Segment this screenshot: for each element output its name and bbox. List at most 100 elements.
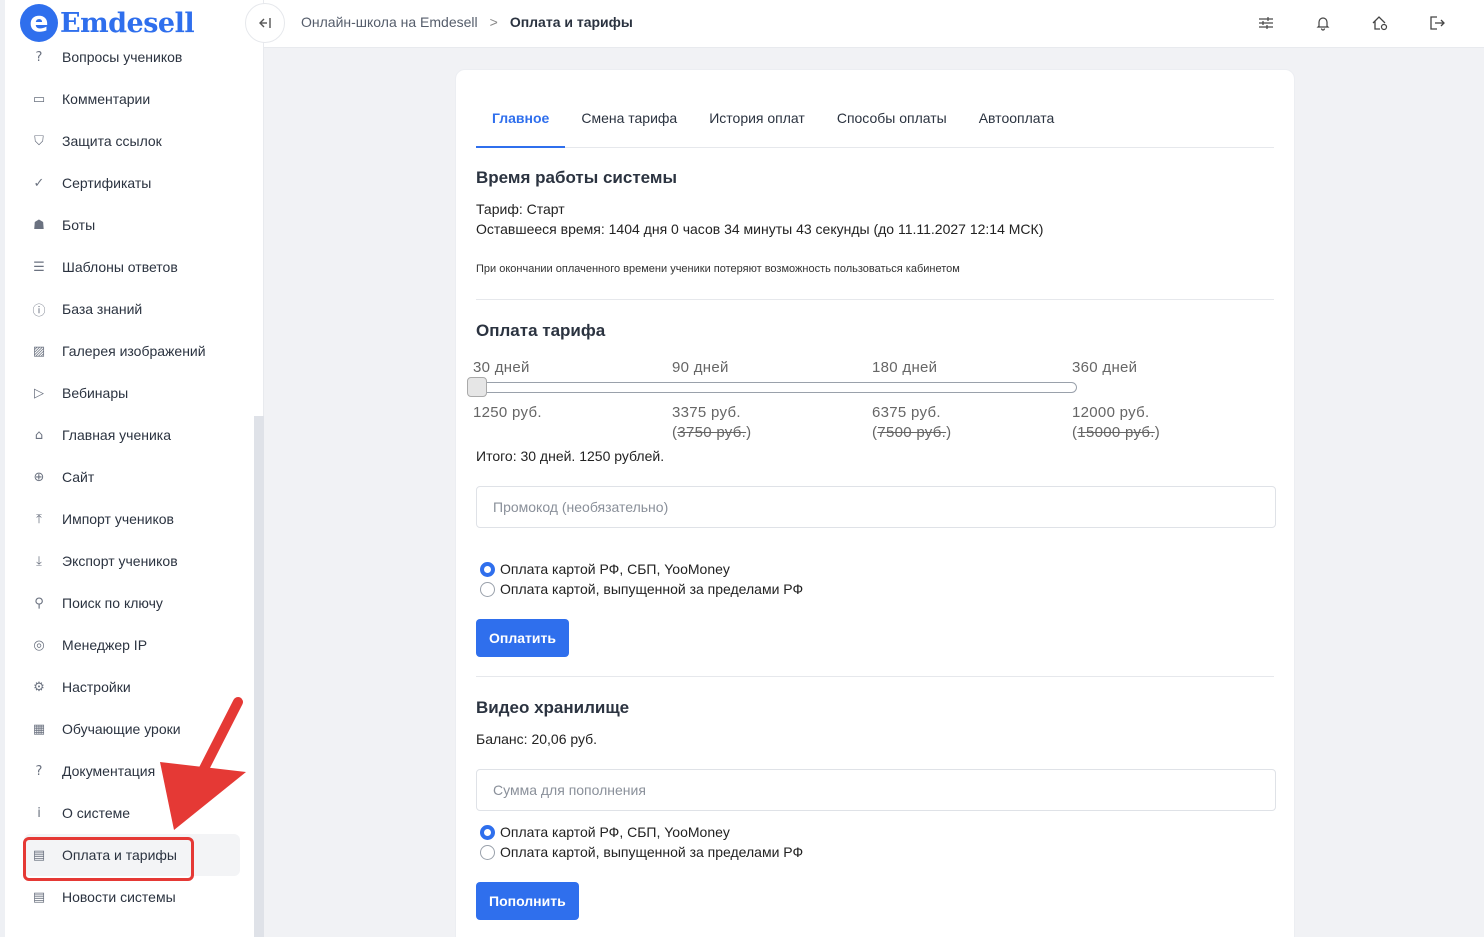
sidebar-item-12[interactable]: ⤒ Импорт учеников	[24, 498, 240, 540]
play-icon: ▷	[34, 385, 44, 401]
sidebar-item-label: Экспорт учеников	[62, 553, 178, 569]
breadcrumb: Онлайн-школа на Emdesell > Оплата и тари…	[301, 14, 633, 30]
period-label-30: 30 дней	[473, 359, 530, 376]
sidebar-item-10[interactable]: ⌂ Главная ученика	[24, 414, 240, 456]
search-icon: ⚲	[34, 595, 44, 611]
sidebar-item-label: Сайт	[62, 469, 95, 485]
tariff-total: Итого: 30 дней. 1250 рублей.	[476, 448, 665, 464]
sidebar-item-label: Боты	[62, 217, 96, 233]
topup-amount-input[interactable]	[476, 769, 1276, 811]
comment-icon: ▭	[32, 91, 46, 107]
radio-checked-icon[interactable]	[480, 824, 495, 840]
top-bar: Онлайн-школа на Emdesell > Оплата и тари…	[245, 0, 1484, 48]
promo-code-input[interactable]	[476, 486, 1276, 528]
radio-checked-icon[interactable]	[480, 561, 495, 577]
tab-main[interactable]: Главное	[476, 100, 566, 148]
home-gear-icon[interactable]	[1369, 12, 1391, 34]
sidebar-item-label: Документация	[62, 763, 156, 779]
gear-icon: ⚙	[33, 679, 45, 695]
period-slider-track[interactable]	[473, 382, 1077, 393]
sidebar-item-1[interactable]: ? Вопросы учеников	[24, 36, 240, 78]
header-actions	[1220, 12, 1448, 34]
sidebar-item-13[interactable]: ⤓ Экспорт учеников	[24, 540, 240, 582]
video-storage-title: Видео хранилище	[476, 698, 630, 717]
expiry-note: При окончании оплаченного времени ученик…	[476, 263, 960, 275]
radio-unchecked-icon[interactable]	[480, 581, 495, 597]
target-icon: ◎	[33, 637, 45, 653]
sidebar-item-label: Новости системы	[62, 889, 176, 905]
question-circle-icon: ?	[35, 49, 43, 65]
robot-icon: ☗	[33, 217, 45, 233]
red-arrow-icon	[160, 697, 246, 830]
tab-autopay[interactable]: Автооплата	[963, 100, 1071, 148]
sidebar-item-label: Галерея изображений	[62, 343, 206, 359]
divider	[476, 676, 1274, 677]
pay-button[interactable]: Оплатить	[476, 619, 569, 657]
sidebar-item-label: Импорт учеников	[62, 511, 174, 527]
period-label-90: 90 дней	[672, 359, 729, 376]
sidebar-item-14[interactable]: ⚲ Поиск по ключу	[24, 582, 240, 624]
sliders-icon[interactable]	[1255, 12, 1277, 34]
collapse-left-icon	[259, 18, 271, 28]
tariff-method-foreign[interactable]: Оплата картой, выпущенной за пределами Р…	[480, 581, 803, 597]
info-circle-icon: ⓘ	[32, 303, 46, 319]
system-time-title: Время работы системы	[476, 168, 677, 187]
sidebar-item-5[interactable]: ☗ Боты	[24, 204, 240, 246]
list-icon: ☰	[33, 259, 45, 275]
storage-method-rf-label: Оплата картой РФ, СБП, YooMoney	[500, 824, 730, 840]
tariff-method-rf[interactable]: Оплата картой РФ, СБП, YooMoney	[480, 561, 730, 577]
sidebar-item-label: Сертификаты	[62, 175, 152, 191]
sidebar-item-4[interactable]: ✓ Сертификаты	[24, 162, 240, 204]
home-icon: ⌂	[34, 427, 44, 443]
billing-tabs: Главное Смена тарифа История оплат Спосо…	[476, 100, 1274, 148]
sidebar-item-9[interactable]: ▷ Вебинары	[24, 372, 240, 414]
old-price-90: (3750 руб.)	[672, 424, 752, 441]
price-360: 12000 руб.	[1072, 404, 1150, 421]
period-label-360: 360 дней	[1072, 359, 1138, 376]
sidebar-item-label: Поиск по ключу	[62, 595, 163, 611]
breadcrumb-separator: >	[489, 14, 498, 30]
image-icon: ▨	[32, 343, 46, 359]
tariff-name: Тариф: Старт	[476, 201, 565, 217]
sidebar-item-label: Менеджер IP	[62, 637, 148, 653]
upload-icon: ⤒	[36, 511, 42, 527]
tariff-method-rf-label: Оплата картой РФ, СБП, YooMoney	[500, 561, 730, 577]
price-30: 1250 руб.	[473, 404, 542, 421]
period-label-180: 180 дней	[872, 359, 938, 376]
collapse-sidebar-button[interactable]	[245, 3, 285, 43]
film-icon: ▦	[32, 721, 46, 737]
tab-change-tariff[interactable]: Смена тарифа	[565, 100, 693, 148]
logout-icon[interactable]	[1426, 12, 1448, 34]
remaining-time: Оставшееся время: 1404 дня 0 часов 34 ми…	[476, 221, 1044, 237]
sidebar-item-21[interactable]: ▤ Новости системы	[24, 876, 240, 918]
radio-unchecked-icon[interactable]	[480, 844, 495, 860]
sidebar-item-label: Защита ссылок	[62, 133, 162, 149]
breadcrumb-root[interactable]: Онлайн-школа на Emdesell	[301, 14, 478, 30]
tariff-method-foreign-label: Оплата картой, выпущенной за пределами Р…	[500, 581, 804, 597]
check-circle-icon: ✓	[33, 175, 45, 191]
tab-payment-methods[interactable]: Способы оплаты	[821, 100, 963, 148]
tab-payment-history[interactable]: История оплат	[693, 100, 821, 148]
sidebar-item-label: Главная ученика	[62, 427, 172, 443]
sidebar-scrollbar[interactable]	[254, 416, 264, 937]
sidebar-item-7[interactable]: ⓘ База знаний	[24, 288, 240, 330]
sidebar-item-6[interactable]: ☰ Шаблоны ответов	[24, 246, 240, 288]
sidebar-item-15[interactable]: ◎ Менеджер IP	[24, 624, 240, 666]
sidebar-item-label: Комментарии	[62, 91, 151, 107]
price-180: 6375 руб.	[872, 404, 941, 421]
sidebar-item-label: Шаблоны ответов	[62, 259, 178, 275]
tariff-payment-title: Оплата тарифа	[476, 321, 606, 340]
sidebar-item-8[interactable]: ▨ Галерея изображений	[24, 330, 240, 372]
topup-button[interactable]: Пополнить	[476, 882, 579, 920]
sidebar-item-11[interactable]: ⊕ Сайт	[24, 456, 240, 498]
period-slider-thumb[interactable]	[467, 377, 487, 397]
billing-card: Главное Смена тарифа История оплат Спосо…	[455, 69, 1295, 937]
old-price-360: (15000 руб.)	[1072, 424, 1161, 441]
sidebar-item-2[interactable]: ▭ Комментарии	[24, 78, 240, 120]
sidebar-item-3[interactable]: ⛉ Защита ссылок	[24, 120, 240, 162]
newspaper-icon: ▤	[32, 889, 46, 905]
storage-method-rf[interactable]: Оплата картой РФ, СБП, YooMoney	[480, 824, 730, 840]
bell-icon[interactable]	[1312, 12, 1334, 34]
storage-method-foreign[interactable]: Оплата картой, выпущенной за пределами Р…	[480, 844, 803, 860]
sidebar-item-label: Настройки	[62, 679, 131, 695]
